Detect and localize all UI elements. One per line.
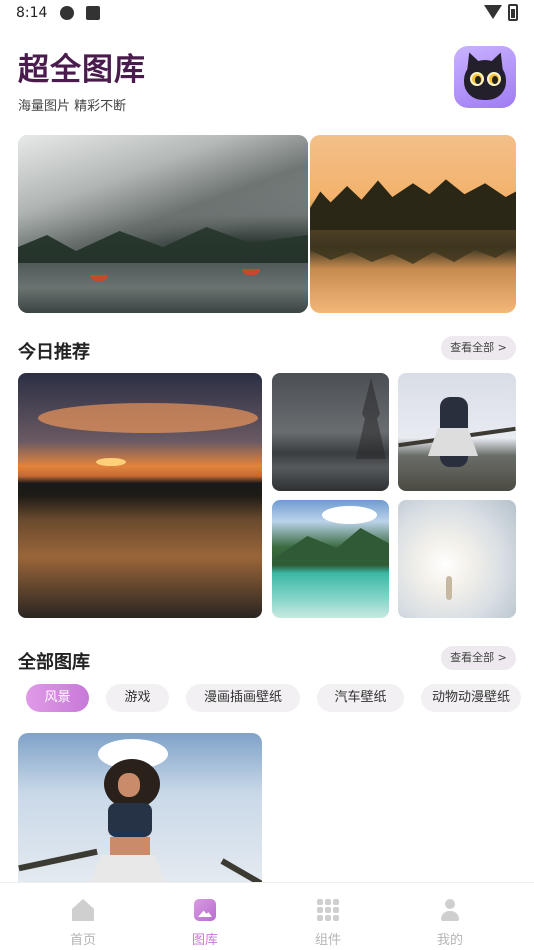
category-chip-scenery[interactable]: 风景 xyxy=(26,684,89,712)
nav-label-home: 首页 xyxy=(69,933,96,948)
bottom-nav: 首页 图库 组件 我的 xyxy=(0,882,534,950)
photo-mountain-valley[interactable] xyxy=(272,500,389,618)
section-title-today: 今日推荐 xyxy=(18,342,92,363)
nav-profile[interactable]: 我的 xyxy=(400,883,500,950)
nav-gallery[interactable]: 图库 xyxy=(155,883,255,950)
status-bar: 8:14 xyxy=(0,0,534,28)
app-subtitle: 海量图片 精彩不断 xyxy=(18,99,127,114)
battery-icon xyxy=(508,4,518,21)
nav-home[interactable]: 首页 xyxy=(33,883,133,950)
see-all-gallery-button[interactable]: 查看全部 > xyxy=(441,646,516,670)
home-icon xyxy=(72,899,94,921)
sync-icon xyxy=(60,6,74,20)
notification-icon xyxy=(86,6,100,20)
user-icon xyxy=(439,899,461,921)
nav-label-widgets: 组件 xyxy=(314,933,341,948)
gallery-icon xyxy=(194,899,216,921)
app-logo-cat-icon[interactable] xyxy=(454,46,516,108)
category-chip-comic[interactable]: 漫画插画壁纸 xyxy=(186,684,300,712)
status-time: 8:14 xyxy=(16,5,48,21)
wifi-icon xyxy=(484,5,502,19)
photo-bright-beach[interactable] xyxy=(398,500,516,618)
banner-image-mountain-lake[interactable] xyxy=(18,135,308,313)
nav-widgets[interactable]: 组件 xyxy=(278,883,378,950)
category-chip-car[interactable]: 汽车壁纸 xyxy=(317,684,404,712)
see-all-today-button[interactable]: 查看全部 > xyxy=(441,336,516,360)
app-title: 超全图库 xyxy=(18,52,146,88)
grid-icon xyxy=(317,899,339,921)
photo-woman-pier[interactable] xyxy=(398,373,516,491)
photo-sunset-lake[interactable] xyxy=(18,373,262,618)
nav-label-gallery: 图库 xyxy=(191,933,218,948)
nav-label-profile: 我的 xyxy=(436,933,463,948)
app-screen: 8:14 超全图库 海量图片 精彩不断 今日推荐 查看全部 > 全部图库 查看全… xyxy=(0,0,534,950)
section-title-all: 全部图库 xyxy=(18,652,92,673)
gallery-photo-woman[interactable] xyxy=(18,733,262,883)
photo-night-lake[interactable] xyxy=(272,373,389,491)
category-chip-games[interactable]: 游戏 xyxy=(106,684,169,712)
category-chip-animal-anime[interactable]: 动物动漫壁纸 xyxy=(421,684,521,712)
banner-image-sunset-trees[interactable] xyxy=(310,135,516,313)
